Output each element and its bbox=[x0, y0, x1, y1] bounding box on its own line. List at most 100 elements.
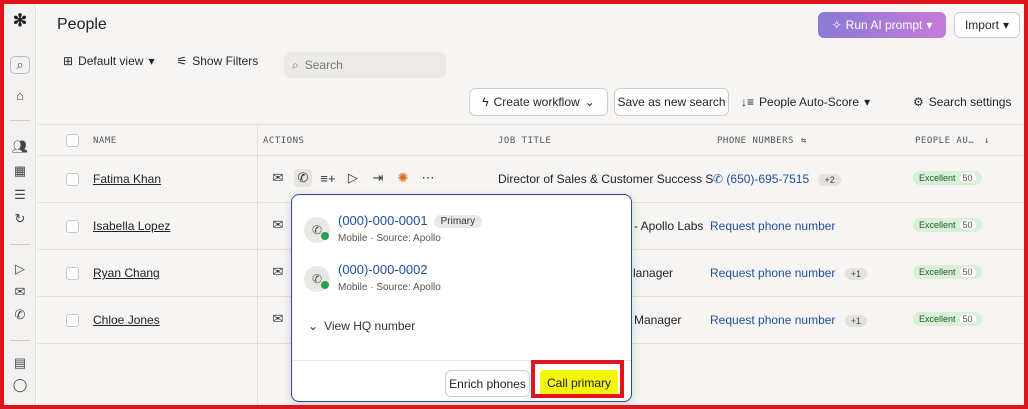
save-search-label: Save as new search bbox=[617, 95, 726, 109]
table-icon: ⊞ bbox=[63, 54, 74, 68]
list-icon[interactable]: ☰ bbox=[11, 186, 29, 204]
row-checkbox[interactable] bbox=[66, 267, 79, 280]
more-icon[interactable]: ⋯ bbox=[419, 169, 437, 187]
create-workflow-button[interactable]: ϟ Create workflow ⌄ bbox=[469, 88, 608, 116]
select-all-checkbox[interactable] bbox=[66, 134, 79, 147]
phone-icon[interactable]: ✆ bbox=[294, 169, 312, 187]
chat-icon[interactable]: ◯ bbox=[11, 376, 29, 394]
search-placeholder: Search bbox=[304, 58, 343, 72]
table-header: NAME ACTIONS JOB TITLE PHONE NUMBERS ⇆ P… bbox=[37, 124, 1024, 156]
person-name-link[interactable]: Isabella Lopez bbox=[93, 219, 170, 233]
import-label: Import bbox=[964, 18, 999, 32]
score-badge: Excellent 50 bbox=[913, 312, 982, 326]
score-value: 50 bbox=[959, 314, 976, 324]
rail-divider bbox=[10, 244, 30, 245]
building-icon[interactable]: ▦ bbox=[11, 162, 29, 180]
request-phone-link[interactable]: Request phone number +1 bbox=[710, 313, 868, 327]
score-badge: Excellent 50 bbox=[913, 265, 982, 279]
column-header-job-title[interactable]: JOB TITLE bbox=[498, 136, 551, 146]
checkmail-icon[interactable]: ✉ bbox=[269, 216, 287, 234]
logo-icon[interactable]: ✻ bbox=[11, 11, 29, 30]
phone-option[interactable]: ✆ (000)-000-0002 Mobile · Source: Apollo bbox=[304, 262, 614, 302]
job-title: lanager bbox=[633, 266, 674, 280]
person-name-link[interactable]: Ryan Chang bbox=[93, 266, 160, 280]
chevron-down-icon: ▾ bbox=[926, 18, 933, 32]
phone-icon: ✆ bbox=[713, 172, 724, 186]
people-auto-score-dropdown[interactable]: ↓≡ People Auto-Score ▾ bbox=[741, 88, 870, 116]
mail-icon[interactable]: ✉ bbox=[11, 283, 29, 301]
chevron-down-icon: ⌄ bbox=[308, 319, 319, 333]
phone-count-badge[interactable]: +2 bbox=[818, 174, 841, 186]
search-settings-button[interactable]: ⚙ Search settings bbox=[913, 88, 1011, 116]
view-toolbar: ⊞ Default view ▾ ⚟ Show Filters bbox=[63, 54, 280, 68]
enrich-phones-button[interactable]: Enrich phones bbox=[445, 370, 530, 397]
run-ai-label: Run AI prompt bbox=[845, 18, 923, 32]
request-phone-link[interactable]: Request phone number +1 bbox=[710, 266, 868, 280]
column-header-people-auto-score[interactable]: PEOPLE AU… bbox=[915, 136, 974, 146]
column-header-phone-numbers[interactable]: PHONE NUMBERS bbox=[717, 136, 794, 146]
send-icon[interactable]: ▷ bbox=[11, 260, 29, 278]
sync-icon[interactable]: ⇆ bbox=[801, 136, 807, 146]
show-filters-label: Show Filters bbox=[192, 54, 259, 68]
row-checkbox[interactable] bbox=[66, 173, 79, 186]
request-phone-text: Request phone number bbox=[710, 266, 836, 280]
save-as-new-search-button[interactable]: Save as new search bbox=[614, 88, 729, 116]
checkmail-icon[interactable]: ✉ bbox=[269, 263, 287, 281]
phone-number-text: (650)-695-7515 bbox=[726, 172, 810, 186]
sequence-icon[interactable]: ⇥ bbox=[369, 169, 387, 187]
row-checkbox[interactable] bbox=[66, 314, 79, 327]
import-button[interactable]: Import ▾ bbox=[954, 12, 1020, 38]
column-header-name[interactable]: NAME bbox=[93, 136, 117, 146]
score-value: 50 bbox=[959, 267, 976, 277]
phone-source: Mobile · Source: Apollo bbox=[338, 282, 441, 293]
auto-score-label: People Auto-Score bbox=[759, 95, 860, 109]
refresh-icon[interactable]: ↻ bbox=[11, 210, 29, 228]
row-checkbox[interactable] bbox=[66, 220, 79, 233]
run-ai-prompt-button[interactable]: ✧ Run AI prompt ▾ bbox=[818, 12, 946, 38]
score-value: 50 bbox=[959, 173, 976, 183]
phone-number-link[interactable]: (000)-000-0001 Primary bbox=[338, 213, 483, 228]
send-icon[interactable]: ▷ bbox=[344, 169, 362, 187]
score-label: Excellent bbox=[919, 173, 956, 183]
phone-count-badge[interactable]: +1 bbox=[844, 268, 868, 280]
task-icon[interactable]: ≡+ bbox=[319, 169, 337, 187]
phone-option[interactable]: ✆ (000)-000-0001 Primary Mobile · Source:… bbox=[304, 213, 614, 253]
filter-icon: ⚟ bbox=[176, 54, 188, 68]
phone-count-badge[interactable]: +1 bbox=[844, 315, 868, 327]
view-hq-number-toggle[interactable]: ⌄ View HQ number bbox=[308, 319, 415, 333]
default-view-label: Default view bbox=[78, 54, 144, 68]
phone-number-link[interactable]: (000)-000-0002 bbox=[338, 262, 428, 277]
job-title: Manager bbox=[634, 313, 682, 327]
job-title: Director of Sales & Customer Success S bbox=[498, 172, 714, 186]
search-icon[interactable]: ⌕ bbox=[10, 56, 30, 74]
checkmail-icon[interactable]: ✉ bbox=[269, 169, 287, 187]
search-settings-label: Search settings bbox=[928, 95, 1012, 109]
hubspot-icon[interactable]: ✺ bbox=[394, 169, 412, 187]
rail-divider bbox=[10, 340, 30, 341]
people-icon[interactable]: 👥︎ bbox=[11, 138, 29, 156]
rail-divider bbox=[10, 120, 30, 121]
default-view-dropdown[interactable]: ⊞ Default view ▾ bbox=[63, 54, 154, 68]
gear-icon: ⚙ bbox=[913, 95, 924, 109]
calendar-icon[interactable]: ▤ bbox=[11, 354, 29, 372]
view-hq-label: View HQ number bbox=[324, 319, 416, 333]
phone-number-link[interactable]: ✆ (650)-695-7515 +2 bbox=[713, 172, 841, 186]
person-name-link[interactable]: Chloe Jones bbox=[93, 313, 160, 327]
score-badge: Excellent 50 bbox=[913, 171, 982, 185]
request-phone-link[interactable]: Request phone number bbox=[710, 219, 835, 233]
column-header-actions: ACTIONS bbox=[263, 136, 305, 146]
phone-call-icon: ✆ bbox=[304, 266, 330, 292]
show-filters-button[interactable]: ⚟ Show Filters bbox=[176, 54, 258, 68]
person-name-link[interactable]: Fatima Khan bbox=[93, 172, 161, 186]
create-workflow-label: Create workflow bbox=[493, 95, 580, 109]
search-input[interactable]: ⌕ Search bbox=[284, 52, 446, 78]
home-icon[interactable]: ⌂ bbox=[11, 86, 29, 104]
phone-icon[interactable]: ✆ bbox=[11, 306, 29, 324]
sort-desc-icon[interactable]: ↓ bbox=[984, 136, 990, 146]
left-nav-rail: ✻ ⌕ ⌂ 👥︎ ▦ ☰ ↻ ▷ ✉ ✆ ▤ ◯ bbox=[4, 4, 36, 405]
checkmail-icon[interactable]: ✉ bbox=[269, 310, 287, 328]
primary-badge: Primary bbox=[433, 215, 483, 228]
request-phone-text: Request phone number bbox=[710, 313, 836, 327]
score-label: Excellent bbox=[919, 220, 956, 230]
score-badge: Excellent 50 bbox=[913, 218, 982, 232]
